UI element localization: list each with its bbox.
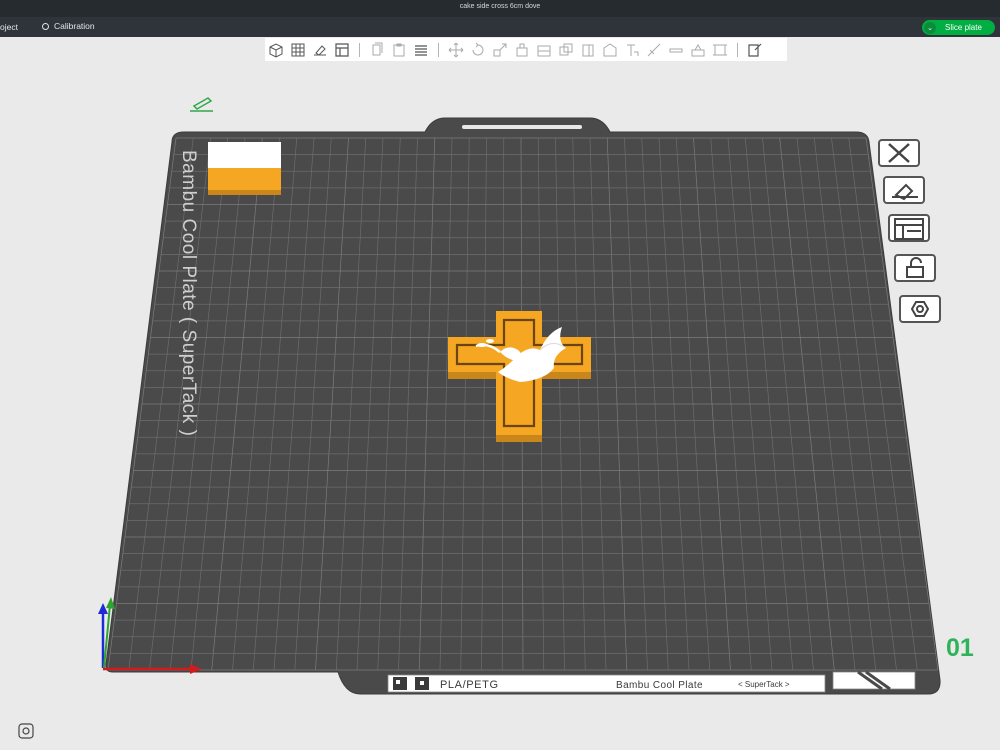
plate-label-bar: PLA/PETG Bambu Cool Plate < SuperTack > <box>387 670 916 693</box>
filament-type-label: PLA/PETG <box>440 679 499 691</box>
plate-subtype-label: < SuperTack > <box>738 680 790 689</box>
camera-view-icon[interactable] <box>18 723 34 739</box>
lock-plate-icon[interactable] <box>893 253 937 285</box>
edit-plate-name-icon[interactable] <box>190 97 213 112</box>
delete-plate-icon[interactable] <box>877 138 921 170</box>
plate-number: 01 <box>946 634 974 662</box>
build-plate-scene[interactable]: Bambu Cool Plate ( SuperTack ) PLA/PETG <box>0 0 1000 750</box>
plate-settings-icon[interactable] <box>898 294 942 326</box>
plate-type-label: Bambu Cool Plate <box>616 680 703 691</box>
bed-plate-label: Bambu Cool Plate ( SuperTack ) <box>178 150 199 436</box>
arrange-plate-icon[interactable] <box>887 213 931 245</box>
small-block-object[interactable] <box>208 142 281 195</box>
auto-orient-plate-icon[interactable] <box>882 175 926 207</box>
plate-handle <box>462 125 582 129</box>
